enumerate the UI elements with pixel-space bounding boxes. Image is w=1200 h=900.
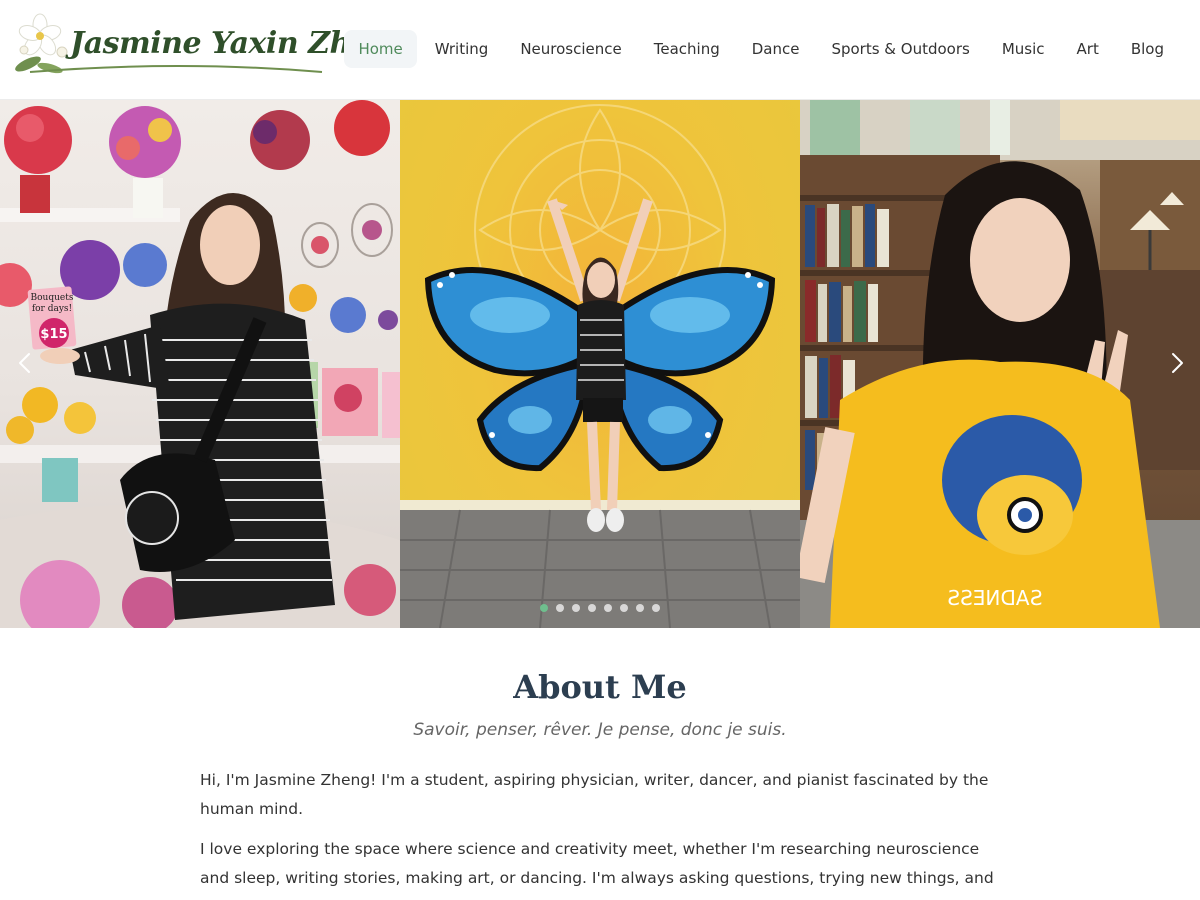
carousel-next-button[interactable] xyxy=(1162,348,1192,378)
nav-item-blog[interactable]: Blog xyxy=(1117,30,1178,68)
carousel-photo-flower-shop: Bouquets for days! $15 xyxy=(0,100,400,628)
nav-item-home[interactable]: Home xyxy=(344,30,417,68)
carousel-photo-library: SADNESS xyxy=(800,100,1200,628)
carousel-dot-5[interactable] xyxy=(604,604,612,612)
hero-carousel: Bouquets for days! $15 SADNESS xyxy=(0,100,1200,628)
nav-item-neuroscience[interactable]: Neuroscience xyxy=(506,30,635,68)
carousel-dot-2[interactable] xyxy=(556,604,564,612)
nav-item-dance[interactable]: Dance xyxy=(738,30,814,68)
main-nav: Home Writing Neuroscience Teaching Dance… xyxy=(340,30,1178,68)
about-title: About Me xyxy=(513,668,687,706)
about-subtitle: Savoir, penser, rêver. Je pense, donc je… xyxy=(413,720,787,740)
nav-item-teaching[interactable]: Teaching xyxy=(640,30,734,68)
carousel-dot-1[interactable] xyxy=(540,604,548,612)
flower-sign-line2: for days! xyxy=(32,304,72,314)
flower-sign-line1: Bouquets xyxy=(31,293,74,303)
carousel-dot-8[interactable] xyxy=(652,604,660,612)
chevron-right-icon xyxy=(1172,353,1183,373)
site-logo[interactable]: Jasmine Yaxin Zheng xyxy=(10,12,412,82)
about-paragraph-1: Hi, I'm Jasmine Zheng! I'm a student, as… xyxy=(200,771,989,818)
chevron-left-icon xyxy=(19,353,30,373)
carousel-dot-7[interactable] xyxy=(636,604,644,612)
shirt-text: SADNESS xyxy=(947,586,1042,610)
nav-item-music[interactable]: Music xyxy=(988,30,1059,68)
carousel-pagination xyxy=(540,604,668,612)
carousel-dot-3[interactable] xyxy=(572,604,580,612)
about-section: About Me Savoir, penser, rêver. Je pense… xyxy=(0,628,1200,900)
nav-item-writing[interactable]: Writing xyxy=(421,30,503,68)
flower-sign-price: $15 xyxy=(40,327,67,342)
site-header: Jasmine Yaxin Zheng Home Writing Neurosc… xyxy=(0,0,1200,100)
nav-item-sports-outdoors[interactable]: Sports & Outdoors xyxy=(817,30,983,68)
carousel-photo-butterfly-wall xyxy=(400,100,800,628)
carousel-dot-6[interactable] xyxy=(620,604,628,612)
about-paragraph-2: I love exploring the space where science… xyxy=(200,840,994,900)
carousel-prev-button[interactable] xyxy=(10,348,40,378)
nav-item-art[interactable]: Art xyxy=(1063,30,1113,68)
carousel-dot-4[interactable] xyxy=(588,604,596,612)
